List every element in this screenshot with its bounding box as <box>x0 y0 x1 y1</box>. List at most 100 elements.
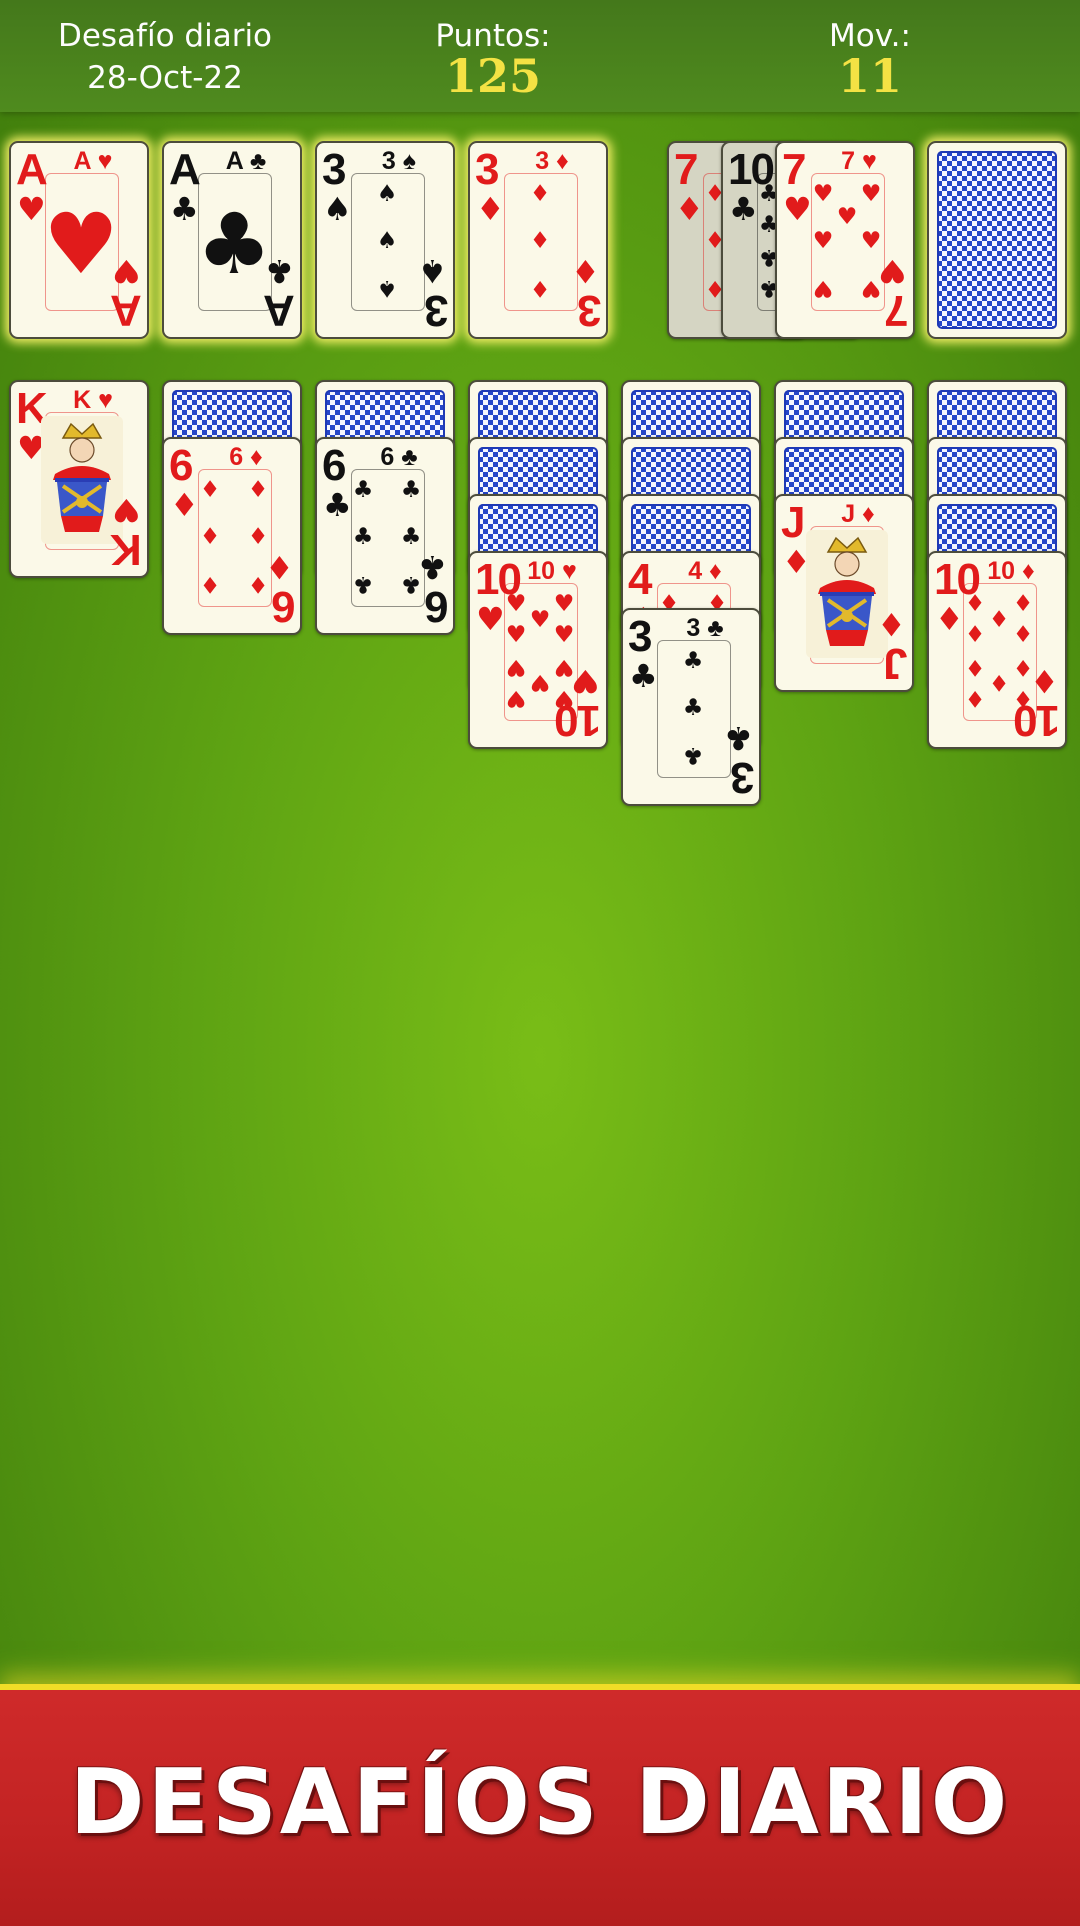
tableau-card-col2-1[interactable]: 6 ♦ 6 ♦ ♦ ♦ ♦ ♦ ♦ ♦ 6 ♦ <box>162 437 302 635</box>
card-index: 6 ♣ <box>380 443 418 471</box>
waste-card-3[interactable]: 7 ♥ 7 ♥ ♥ ♥ ♥ ♥ ♥ ♥ ♥ 7 ♥ <box>775 141 915 339</box>
card-rank-inverted: 6 <box>425 582 448 631</box>
card-rank: 3 <box>475 145 500 194</box>
card-rank-inverted: 10 <box>556 696 601 745</box>
pip-grid: ♠ ♠ ♠ <box>351 181 423 302</box>
card-rank-inverted: J <box>884 639 907 688</box>
pip-icon: ♦ <box>964 685 986 711</box>
tableau-card-col1-1[interactable]: K ♥ K ♥ K ♥ <box>9 380 149 578</box>
card-suit-icon: ♥ <box>112 252 141 290</box>
court-figure-icon <box>41 416 123 544</box>
card-rank-inverted: 6 <box>272 582 295 631</box>
game-board: A♥A ♥♥A♥A♣A ♣♣A♣3♠3 ♠♠♠♠3♠3♦3 ♦♦♦♦3♦7♦7 … <box>0 0 1080 1680</box>
tableau-card-col6-1[interactable]: J ♦ J ♦ J ♦ <box>774 494 914 692</box>
card-suit-icon: ♦ <box>675 190 704 228</box>
tableau-card-col3-1[interactable]: 6 ♣ 6 ♣ ♣ ♣ ♣ ♣ ♣ ♣ 6 ♣ <box>315 437 455 635</box>
pip-icon: ♦ <box>529 181 551 207</box>
card-rank-inverted: K <box>112 525 142 574</box>
card-index: K ♥ <box>73 386 113 414</box>
card-suit-icon: ♥ <box>476 600 505 638</box>
card-rank-inverted: 3 <box>425 286 448 335</box>
pip-icon: ♣ <box>682 694 704 721</box>
card-rank-inverted: A <box>112 286 142 335</box>
card-suit-icon: ♥ <box>878 252 907 290</box>
card-index: 10 ♥ <box>527 557 577 585</box>
card-suit-icon: ♠ <box>418 252 447 290</box>
court-figure-icon <box>806 530 888 658</box>
pip-icon: ♦ <box>199 523 221 550</box>
pip-icon: ♥ <box>505 591 527 617</box>
card-suit-icon: ♦ <box>1030 662 1059 700</box>
pip-icon: ♥ <box>812 275 834 301</box>
card-suit-icon: ♣ <box>724 719 753 757</box>
pip-grid: ♥ ♥ ♥ ♥ ♥ ♥ ♥ <box>811 181 883 302</box>
pip-icon: ♦ <box>964 654 986 681</box>
card-index: 4 ♦ <box>688 557 722 585</box>
card-rank: A <box>169 145 201 194</box>
card-index: 6 ♦ <box>229 443 263 471</box>
card-index: 10 ♦ <box>987 557 1035 585</box>
card-back-pattern <box>937 151 1057 329</box>
banner-text: DESAFÍOS DIARIO <box>69 1750 1011 1855</box>
pip-icon: ♦ <box>199 477 221 503</box>
pip-icon: ♠ <box>376 181 398 207</box>
foundation-card-1[interactable]: A ♥ A ♥ ♥ A ♥ <box>9 141 149 339</box>
card-suit-icon: ♥ <box>783 190 812 228</box>
pip-icon: ♥ <box>812 227 834 254</box>
pip-icon: ♣ <box>352 523 374 550</box>
pip-icon: ♦ <box>988 669 1010 696</box>
card-rank-inverted: 3 <box>731 753 754 802</box>
card-suit-icon: ♦ <box>170 486 199 524</box>
pip-grid: ♦ ♦ ♦ <box>504 181 576 302</box>
card-index: 3 ♠ <box>381 147 417 175</box>
pip-icon: ♦ <box>529 227 551 254</box>
tableau-card-col5-2[interactable]: 3 ♣ 3 ♣ ♣ ♣ ♣ 3 ♣ <box>621 608 761 806</box>
card-rank: 3 <box>322 145 347 194</box>
pip-icon: ♦ <box>1012 621 1034 648</box>
card-rank: 7 <box>674 145 699 194</box>
card-suit-icon: ♦ <box>571 252 600 290</box>
card-rank-inverted: 3 <box>578 286 601 335</box>
card-index: J ♦ <box>841 500 875 528</box>
stock-pile[interactable] <box>927 141 1067 339</box>
pip-grid: ♦ ♦ ♦ ♦ ♦ ♦ ♦ ♦ ♦ ♦ <box>963 593 1035 712</box>
pip-icon: ♦ <box>247 523 269 550</box>
pip-grid: ♦ ♦ ♦ ♦ ♦ ♦ <box>198 477 270 598</box>
promo-banner: DESAFÍOS DIARIO <box>0 1684 1080 1926</box>
pip-icon: ♣ <box>682 648 704 674</box>
card-index: 3 ♣ <box>686 614 724 642</box>
card-suit-icon: ♥ <box>112 491 141 529</box>
pip-icon: ♦ <box>199 571 221 597</box>
tableau-card-col4-1[interactable]: 10 ♥ 10 ♥ ♥ ♥ ♥ ♥ ♥ ♥ ♥ ♥ ♥ ♥ 10 ♥ <box>468 551 608 749</box>
pip-icon: ♥ <box>529 606 551 633</box>
pip-icon: ♣ <box>400 477 422 503</box>
card-rank: J <box>781 498 806 547</box>
foundation-card-3[interactable]: 3 ♠ 3 ♠ ♠ ♠ ♠ 3 ♠ <box>315 141 455 339</box>
pip-icon: ♥ <box>505 621 527 648</box>
pip-grid: ♣ ♣ ♣ <box>657 648 729 769</box>
tableau-card-col7-1[interactable]: 10 ♦ 10 ♦ ♦ ♦ ♦ ♦ ♦ ♦ ♦ ♦ ♦ ♦ 10 ♦ <box>927 551 1067 749</box>
card-suit-icon: ♣ <box>629 657 658 695</box>
pip-icon: ♥ <box>860 181 882 207</box>
pip-icon: ♣ <box>400 523 422 550</box>
card-rank: 6 <box>169 441 194 490</box>
pip-icon: ♦ <box>529 275 551 301</box>
card-rank-inverted: 10 <box>1015 696 1060 745</box>
card-rank-inverted: A <box>265 286 295 335</box>
foundation-card-4[interactable]: 3 ♦ 3 ♦ ♦ ♦ ♦ 3 ♦ <box>468 141 608 339</box>
card-suit-icon: ♠ <box>323 190 352 228</box>
card-suit-icon: ♦ <box>265 548 294 586</box>
card-index: 3 ♦ <box>535 147 569 175</box>
card-suit-icon: ♦ <box>935 600 964 638</box>
card-rank: A <box>16 145 48 194</box>
pip-grid: ♣ ♣ ♣ ♣ ♣ ♣ <box>351 477 423 598</box>
card-rank: 3 <box>628 612 653 661</box>
card-rank: 4 <box>628 555 653 604</box>
pip-icon: ♥ <box>553 591 575 617</box>
pip-icon: ♣ <box>352 571 374 597</box>
foundation-card-2[interactable]: A ♣ A ♣ ♣ A ♣ <box>162 141 302 339</box>
pip-icon: ♣ <box>682 742 704 768</box>
pip-icon: ♥ <box>505 685 527 711</box>
card-suit-icon: ♣ <box>265 252 294 290</box>
pip-icon: ♥ <box>553 621 575 648</box>
